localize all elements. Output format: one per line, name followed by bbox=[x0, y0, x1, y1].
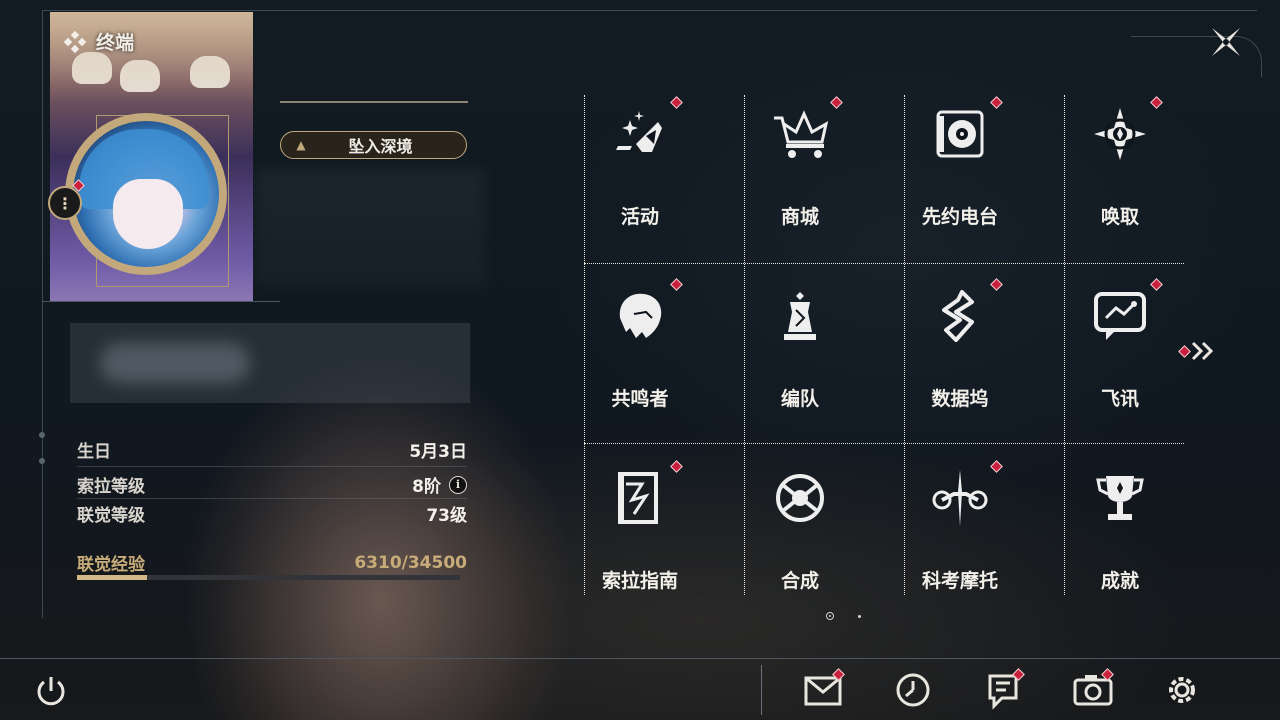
menu-item-radio[interactable]: 先约电台 bbox=[880, 80, 1040, 240]
frame-top-line bbox=[42, 10, 1257, 11]
menu-item-synthesis[interactable]: 合成 bbox=[720, 444, 880, 604]
chess-piece-icon bbox=[770, 286, 830, 346]
divider bbox=[77, 466, 467, 467]
stat-row-sola-level: 索拉等级 8阶 i bbox=[77, 472, 467, 497]
settings-button[interactable] bbox=[1162, 670, 1202, 710]
exp-progress-bar bbox=[77, 575, 460, 580]
bottom-bar-line bbox=[0, 658, 1280, 659]
name-underline bbox=[280, 101, 468, 103]
menu-item-achievements[interactable]: 成就 bbox=[1040, 444, 1200, 604]
compass-star-icon bbox=[1090, 104, 1150, 164]
message-bubble-icon bbox=[1090, 286, 1150, 346]
exp-label: 联觉经验 bbox=[77, 555, 145, 575]
stat-value: 8阶 bbox=[412, 477, 441, 497]
stat-row-birthday: 生日 5月3日 bbox=[77, 437, 467, 462]
page-indicator bbox=[826, 612, 861, 620]
avatar[interactable] bbox=[73, 121, 219, 267]
menu-item-motorcycle[interactable]: 科考摩托 bbox=[880, 444, 1040, 604]
frame-left-line bbox=[42, 10, 43, 618]
divider bbox=[42, 301, 280, 302]
next-page-button[interactable] bbox=[1178, 341, 1217, 361]
close-button[interactable] bbox=[1206, 22, 1246, 62]
stat-label: 索拉等级 bbox=[77, 477, 145, 497]
double-chevron-right-icon bbox=[1191, 341, 1214, 361]
menu-item-label: 先约电台 bbox=[921, 206, 998, 228]
terminal-diamond-icon bbox=[64, 30, 86, 53]
abyss-button-label: 坠入深境 bbox=[348, 137, 413, 156]
power-icon bbox=[37, 677, 65, 706]
menu-item-activity[interactable]: 活动 bbox=[560, 80, 720, 240]
power-button[interactable] bbox=[33, 673, 69, 709]
divider bbox=[77, 498, 467, 499]
stat-value: 73级 bbox=[426, 506, 467, 526]
stat-value: 5月3日 bbox=[409, 442, 467, 462]
guide-book-icon bbox=[610, 468, 670, 528]
character-head-icon bbox=[610, 286, 670, 346]
motorcycle-icon bbox=[930, 468, 990, 528]
notification-badge bbox=[670, 96, 683, 109]
menu-item-messages[interactable]: 飞讯 bbox=[1040, 262, 1200, 422]
notification-badge bbox=[670, 460, 683, 473]
signature-box[interactable] bbox=[70, 323, 470, 403]
stat-value-wrap: 8阶 i bbox=[412, 472, 467, 497]
menu-item-label: 活动 bbox=[620, 206, 659, 228]
page-dot-active[interactable] bbox=[826, 612, 834, 620]
menu-item-resonators[interactable]: 共鸣者 bbox=[560, 262, 720, 422]
page-title: 终端 bbox=[64, 28, 134, 55]
clock-icon bbox=[896, 673, 930, 707]
stat-row-exp: 联觉经验 6310/34500 bbox=[77, 550, 467, 576]
crown-cart-icon bbox=[770, 104, 830, 164]
menu-item-convene[interactable]: 唤取 bbox=[1040, 80, 1200, 240]
camera-button[interactable] bbox=[1073, 668, 1114, 710]
menu-item-label: 合成 bbox=[780, 570, 819, 592]
menu-item-label: 商城 bbox=[780, 206, 819, 228]
record-player-icon bbox=[930, 104, 990, 164]
stat-row-union-level: 联觉等级 73级 bbox=[77, 501, 467, 526]
menu-grid: 活动 商城 先约电台 唤取 共鸣者 编队 数据坞 飞讯 索拉指南 合成 科考摩托… bbox=[560, 80, 1200, 620]
notification-badge bbox=[990, 460, 1003, 473]
side-dot bbox=[39, 432, 45, 438]
abyss-button[interactable]: ▲ 坠入深境 bbox=[280, 131, 467, 159]
notice-button[interactable] bbox=[984, 668, 1025, 710]
stat-label: 生日 bbox=[77, 442, 111, 462]
menu-item-label: 唤取 bbox=[1100, 206, 1139, 228]
menu-item-label: 编队 bbox=[780, 388, 819, 410]
menu-item-label: 数据坞 bbox=[931, 388, 989, 410]
sparkle-icon bbox=[610, 104, 670, 164]
exp-progress-fill bbox=[77, 575, 148, 580]
side-dot bbox=[39, 458, 45, 464]
data-dock-icon bbox=[930, 286, 990, 346]
notification-badge bbox=[990, 278, 1003, 291]
close-icon bbox=[1212, 28, 1240, 56]
notification-badge bbox=[670, 278, 683, 291]
menu-item-team[interactable]: 编队 bbox=[720, 262, 880, 422]
notification-badge bbox=[1150, 278, 1163, 291]
trophy-icon bbox=[1090, 468, 1150, 528]
info-icon[interactable]: i bbox=[449, 475, 467, 494]
menu-item-label: 共鸣者 bbox=[611, 388, 669, 410]
notification-badge bbox=[830, 96, 843, 109]
synthesis-icon bbox=[770, 468, 830, 528]
player-name-blurred bbox=[255, 170, 485, 285]
notification-badge bbox=[1150, 96, 1163, 109]
stat-label: 联觉等级 bbox=[77, 506, 145, 526]
page-title-text: 终端 bbox=[96, 32, 135, 54]
clock-button[interactable] bbox=[894, 670, 934, 710]
menu-item-label: 科考摩托 bbox=[921, 570, 998, 592]
menu-item-label: 索拉指南 bbox=[601, 570, 678, 592]
gear-icon bbox=[1169, 677, 1195, 703]
menu-item-guide[interactable]: 索拉指南 bbox=[560, 444, 720, 604]
bottom-bar-divider bbox=[761, 665, 762, 715]
exp-value: 6310/34500 bbox=[354, 552, 467, 573]
notification-badge bbox=[1178, 344, 1191, 358]
menu-item-shop[interactable]: 商城 bbox=[720, 80, 880, 240]
notification-badge bbox=[990, 96, 1003, 109]
page-dot[interactable] bbox=[858, 614, 861, 618]
triangle-emblem-icon: ▲ bbox=[296, 138, 306, 152]
mail-button[interactable] bbox=[804, 668, 845, 710]
menu-item-label: 成就 bbox=[1100, 570, 1139, 592]
menu-item-label: 飞讯 bbox=[1100, 388, 1139, 410]
menu-item-data-dock[interactable]: 数据坞 bbox=[880, 262, 1040, 422]
